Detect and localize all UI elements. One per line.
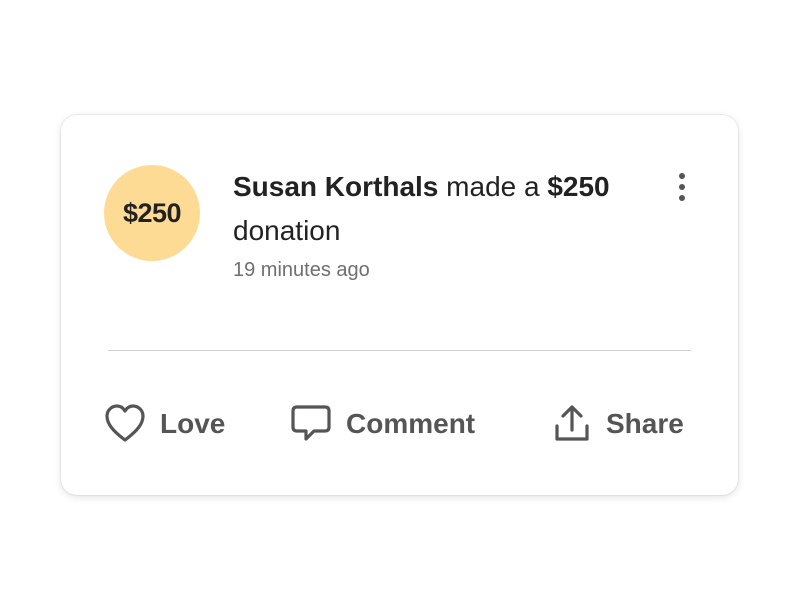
donation-headline: Susan Korthals made a $250 donation xyxy=(233,165,653,253)
avatar-amount-text: $250 xyxy=(122,197,182,228)
heart-icon xyxy=(104,404,146,444)
timestamp: 19 minutes ago xyxy=(233,259,370,281)
speech-bubble-icon xyxy=(290,404,332,444)
action-bar: Love Comment Share xyxy=(101,400,701,448)
share-label: Share xyxy=(606,408,684,439)
share-button[interactable]: Share xyxy=(552,400,684,448)
more-vertical-icon-dot xyxy=(679,184,685,190)
comment-button[interactable]: Comment xyxy=(290,400,475,448)
comment-label: Comment xyxy=(346,408,476,439)
donor-name[interactable]: Susan Korthals xyxy=(233,171,438,202)
share-upload-icon xyxy=(552,404,592,444)
headline-suffix-text: donation xyxy=(233,215,341,246)
more-vertical-icon-dot xyxy=(679,195,685,201)
headline-action-text: made a xyxy=(438,171,548,202)
more-options-button[interactable] xyxy=(666,167,698,207)
love-button[interactable]: Love xyxy=(104,400,225,448)
love-label: Love xyxy=(160,408,226,439)
donation-amount-avatar: $250 xyxy=(104,165,200,261)
divider xyxy=(108,350,691,351)
donation-amount: $250 xyxy=(547,171,610,202)
more-vertical-icon-dot xyxy=(679,173,685,179)
donation-card: $250 Susan Korthals made a $250 donation… xyxy=(61,115,738,495)
